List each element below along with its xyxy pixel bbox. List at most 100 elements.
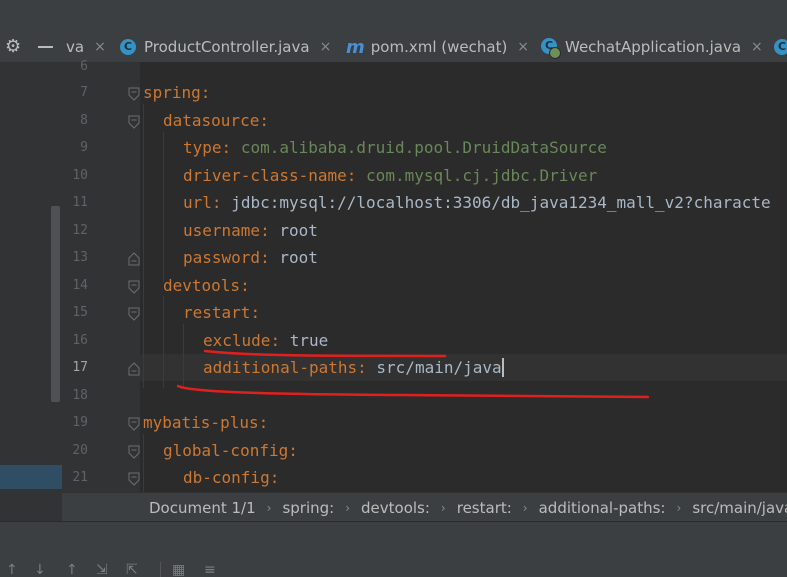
document-indicator: Document 1/1 <box>149 498 256 517</box>
arrow-down-icon[interactable]: ↓ <box>34 562 46 577</box>
code-line-8: datasource: <box>163 111 269 131</box>
indent-guide <box>183 324 184 388</box>
filter-icon[interactable]: ≡ <box>204 562 216 577</box>
tab-product-controller[interactable]: C ProductController.java × <box>120 34 331 60</box>
line-number: 7 <box>80 85 88 100</box>
code-line-13: password: root <box>183 248 318 268</box>
yaml-colon: : <box>357 358 367 377</box>
chevron-right-icon: › <box>345 500 351 515</box>
fold-marker-icon[interactable] <box>128 87 140 101</box>
line-number: 12 <box>72 223 88 238</box>
fold-marker-icon[interactable] <box>128 280 140 294</box>
yaml-colon: : <box>260 221 270 240</box>
fold-marker-icon[interactable] <box>128 307 140 321</box>
line-number: 16 <box>72 333 88 348</box>
chevron-right-icon: › <box>440 500 446 515</box>
layout-icon[interactable]: ▦ <box>172 562 185 577</box>
selected-tree-item[interactable] <box>0 465 62 489</box>
yaml-key: password <box>183 248 261 267</box>
code-line-19: mybatis-plus: <box>143 413 268 433</box>
yaml-colon: : <box>346 166 357 185</box>
gear-icon[interactable]: ⚙ <box>5 38 23 56</box>
code-line-16: exclude: true <box>203 331 328 351</box>
line-number: 21 <box>72 470 88 485</box>
code-line-20: global-config: <box>163 441 298 461</box>
tab-label: va <box>66 38 85 56</box>
chevron-right-icon: › <box>676 500 682 515</box>
line-number: 19 <box>72 415 88 430</box>
yaml-key: driver-class-name <box>183 166 347 185</box>
code-editor[interactable]: spring: datasource: type: com.alibaba.dr… <box>140 62 787 492</box>
code-line-17: additional-paths: src/main/java <box>203 358 504 378</box>
java-class-icon: C <box>774 39 787 55</box>
yaml-colon: : <box>260 248 270 267</box>
yaml-colon: : <box>288 441 298 460</box>
tab-wechat-application[interactable]: C WechatApplication.java × <box>541 34 763 60</box>
line-number: 20 <box>72 443 88 458</box>
yaml-key: mybatis-plus <box>143 413 259 432</box>
yaml-key: additional-paths <box>203 358 358 377</box>
yaml-value: true <box>289 331 329 350</box>
indent-guide <box>163 296 164 388</box>
toolbar-divider <box>160 562 161 577</box>
yaml-key: datasource <box>163 111 260 130</box>
yaml-value: com.mysql.cj.jdbc.Driver <box>366 166 598 185</box>
fold-marker-icon[interactable] <box>128 445 140 459</box>
breadcrumb-item[interactable]: devtools: <box>361 499 430 517</box>
close-icon[interactable]: × <box>751 39 763 55</box>
yaml-key: global-config <box>163 441 289 460</box>
code-line-11: url: jdbc:mysql://localhost:3306/db_java… <box>183 193 771 213</box>
fold-marker-icon[interactable] <box>128 472 140 486</box>
tab-label: WechatApplication.java <box>565 38 742 56</box>
breadcrumb-item[interactable]: additional-paths: <box>539 499 666 517</box>
chevron-right-icon: › <box>522 500 528 515</box>
arrow-up-icon[interactable]: ↑ <box>66 562 78 577</box>
text-caret <box>501 358 504 377</box>
breadcrumb-item[interactable]: src/main/java <box>692 499 787 517</box>
minus-icon[interactable] <box>38 46 53 48</box>
fold-marker-icon[interactable] <box>128 417 140 431</box>
line-number: 15 <box>72 305 88 320</box>
tab-label: pom.xml (wechat) <box>370 38 508 56</box>
code-line-12: username: root <box>183 221 318 241</box>
line-number: 10 <box>72 168 88 183</box>
editor-tab-bar: ⚙ va × C ProductController.java × m pom.… <box>0 0 787 63</box>
yaml-colon: : <box>270 331 281 350</box>
code-line-7: spring: <box>143 83 210 103</box>
yaml-colon: : <box>200 83 211 102</box>
yaml-colon: : <box>211 193 222 212</box>
yaml-colon: : <box>259 111 269 130</box>
yaml-value: root <box>279 248 318 267</box>
close-icon[interactable]: × <box>517 39 529 55</box>
project-panel-edge <box>0 62 62 521</box>
close-icon[interactable]: × <box>320 39 332 55</box>
yaml-key: db-config <box>183 468 270 487</box>
line-number-gutter: 6 7 8 9 10 11 12 13 14 15 16 17 18 19 20… <box>62 59 140 492</box>
tab-overflow[interactable]: C <box>774 34 787 60</box>
line-number: 18 <box>72 388 88 403</box>
fold-marker-icon[interactable] <box>128 115 140 129</box>
yaml-key: exclude <box>203 331 271 350</box>
scrollbar-thumb[interactable] <box>51 206 60 402</box>
yaml-key: devtools <box>163 276 241 295</box>
fold-end-icon[interactable] <box>128 252 140 266</box>
java-class-icon: C <box>120 39 136 55</box>
breadcrumb-item[interactable]: spring: <box>282 499 334 517</box>
yaml-value: com.alibaba.druid.pool.DruidDataSource <box>240 138 607 157</box>
expand-icon[interactable]: ⇱ <box>126 562 138 577</box>
arrow-up-icon[interactable]: ↑ <box>6 562 18 577</box>
line-number: 9 <box>80 140 88 155</box>
maven-icon: m <box>346 36 365 58</box>
line-number: 13 <box>72 250 88 265</box>
line-number: 14 <box>72 278 88 293</box>
yaml-colon: : <box>240 276 250 295</box>
close-icon[interactable]: × <box>94 39 106 55</box>
yaml-key: username <box>183 221 261 240</box>
tab-pom-xml[interactable]: m pom.xml (wechat) × <box>346 34 529 60</box>
yaml-value: root <box>279 221 318 240</box>
fold-end-icon[interactable] <box>128 362 140 376</box>
line-number: 8 <box>80 113 88 128</box>
collapse-icon[interactable]: ⇲ <box>96 562 108 577</box>
code-line-15: restart: <box>183 303 260 323</box>
breadcrumb-item[interactable]: restart: <box>457 499 512 517</box>
